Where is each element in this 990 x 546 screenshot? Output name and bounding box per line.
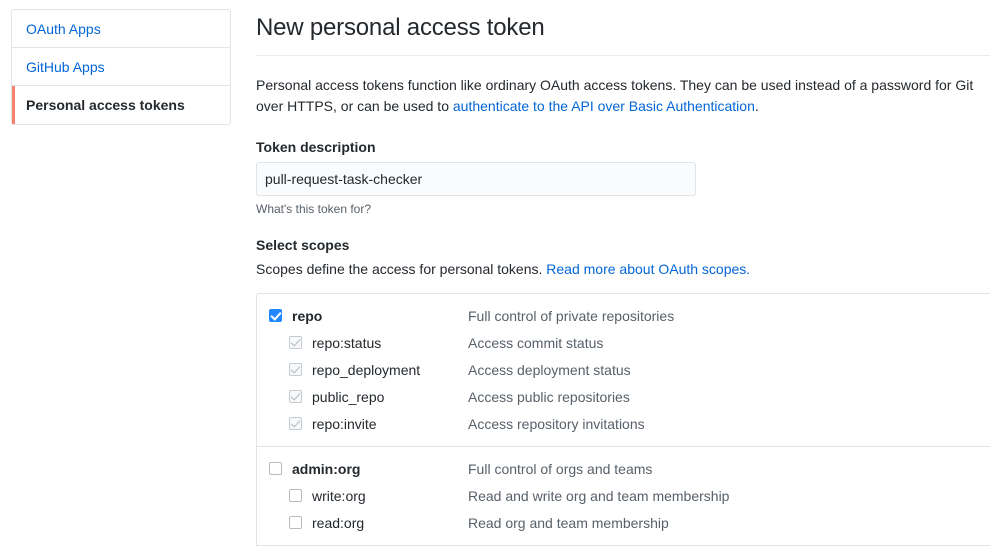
scope-row: repo:status Access commit status: [257, 329, 990, 356]
checkbox-repo-invite: [289, 417, 302, 430]
token-description-label: Token description: [256, 139, 376, 155]
main-content: New personal access token Personal acces…: [256, 0, 990, 546]
scope-row: repo Full control of private repositories: [257, 302, 990, 329]
scope-name[interactable]: repo:status: [312, 335, 468, 351]
token-description-input[interactable]: [256, 162, 696, 196]
scope-description: Read org and team membership: [468, 514, 669, 531]
scope-description: Access public repositories: [468, 388, 630, 405]
token-description-help: What's this token for?: [256, 202, 372, 216]
scope-row: write:org Read and write org and team mem…: [257, 482, 990, 509]
scope-description: Full control of private repositories: [468, 307, 675, 324]
checkbox-repo-deployment: [289, 363, 302, 376]
scope-name[interactable]: write:org: [312, 488, 468, 504]
scope-description: Read and write org and team membership: [468, 487, 730, 504]
scope-description: Access commit status: [468, 334, 604, 351]
scope-group: repo Full control of private repositories…: [257, 294, 990, 447]
scope-group: admin:org Full control of orgs and teams w…: [257, 447, 990, 546]
scope-description: Access repository invitations: [468, 415, 645, 432]
scope-name[interactable]: repo: [292, 308, 468, 324]
scope-description: Full control of orgs and teams: [468, 460, 653, 477]
scope-name[interactable]: repo_deployment: [312, 362, 468, 378]
select-scopes-label: Select scopes: [256, 237, 350, 253]
checkbox-repo[interactable]: [269, 309, 282, 322]
page-title: New personal access token: [256, 14, 545, 41]
basic-auth-doc-link[interactable]: authenticate to the API over Basic Authe…: [453, 98, 755, 114]
settings-sidebar: OAuth Apps GitHub Apps Personal access tok…: [11, 9, 231, 125]
scopes-subtext-before: Scopes define the access for personal to…: [256, 261, 547, 277]
scope-row: read:org Read org and team membership: [257, 509, 990, 536]
checkbox-public-repo: [289, 390, 302, 403]
intro-paragraph: Personal access tokens function like ord…: [256, 75, 984, 117]
checkbox-admin-org[interactable]: [269, 462, 282, 475]
oauth-scopes-doc-link[interactable]: Read more about OAuth scopes.: [546, 261, 750, 277]
sidebar-item-personal-access-tokens[interactable]: Personal access tokens: [12, 86, 230, 124]
scope-row: repo:invite Access repository invitations: [257, 410, 990, 437]
scope-row: repo_deployment Access deployment status: [257, 356, 990, 383]
title-divider: [256, 55, 990, 56]
select-scopes-subtext: Scopes define the access for personal to…: [256, 261, 990, 277]
page-root: OAuth Apps GitHub Apps Personal access tok…: [0, 0, 990, 546]
scopes-list: repo Full control of private repositories…: [256, 293, 990, 546]
scope-name[interactable]: admin:org: [292, 461, 468, 477]
scope-name[interactable]: read:org: [312, 515, 468, 531]
scope-row: public_repo Access public repositories: [257, 383, 990, 410]
scope-name[interactable]: public_repo: [312, 389, 468, 405]
scope-name[interactable]: repo:invite: [312, 416, 468, 432]
sidebar-item-oauth-apps[interactable]: OAuth Apps: [12, 10, 230, 48]
checkbox-repo-status: [289, 336, 302, 349]
sidebar-item-github-apps[interactable]: GitHub Apps: [12, 48, 230, 86]
checkbox-write-org[interactable]: [289, 489, 302, 502]
scope-description: Access deployment status: [468, 361, 631, 378]
scope-row: admin:org Full control of orgs and teams: [257, 455, 990, 482]
checkbox-read-org[interactable]: [289, 516, 302, 529]
intro-text-after: .: [754, 98, 759, 114]
